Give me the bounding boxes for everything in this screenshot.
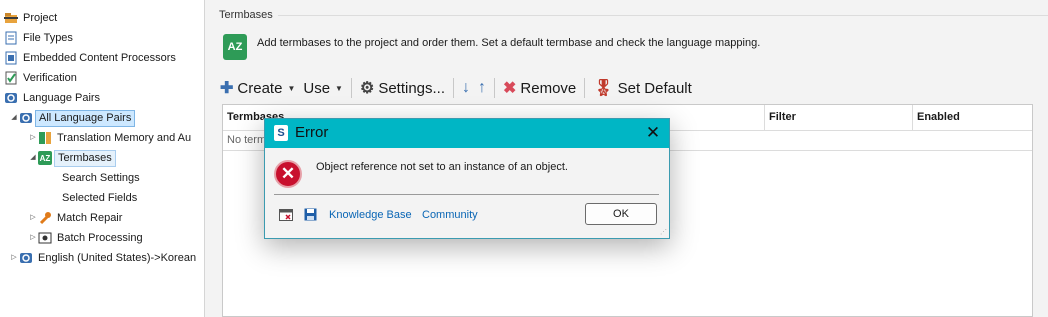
verification-icon	[4, 71, 18, 85]
award-ribbon-icon: 🎖	[593, 80, 614, 97]
settings-button[interactable]: ⚙ Settings...	[360, 78, 445, 98]
group-divider	[278, 15, 1048, 16]
batch-processing-icon	[38, 231, 52, 245]
arrow-up-icon: ↑	[478, 79, 487, 96]
close-icon[interactable]: ✕	[643, 122, 663, 144]
tree-item-label: Termbases	[54, 149, 116, 167]
tree-item-translation-memory[interactable]: ▷ Translation Memory and Au	[28, 129, 191, 147]
tree-item-termbases[interactable]: ◢ AZ Termbases	[28, 149, 116, 167]
set-default-label: Set Default	[617, 79, 692, 97]
dialog-title: Error	[295, 124, 329, 141]
translation-memory-icon	[38, 131, 52, 145]
tree-item-selected-fields[interactable]: Selected Fields	[62, 189, 137, 207]
language-pairs-icon	[19, 251, 33, 265]
tree-item-language-pairs[interactable]: Language Pairs	[4, 89, 100, 107]
tree-item-label: Match Repair	[57, 212, 123, 224]
dialog-title-bar[interactable]: S Error ✕	[265, 119, 669, 148]
language-pairs-icon	[19, 111, 33, 125]
move-up-button[interactable]: ↑	[478, 79, 486, 97]
toolbar-separator	[494, 78, 496, 98]
remove-button[interactable]: ✖ Remove	[503, 78, 576, 98]
tree-item-batch-processing[interactable]: ▷ Batch Processing	[28, 229, 143, 247]
termbase-toolbar: ✚ Create ▼ Use ▼ ⚙ Settings... ↓ ↑ ✖ Rem…	[220, 76, 700, 100]
toolbar-separator	[350, 78, 352, 98]
toolbar-separator	[453, 78, 455, 98]
tree-item-label: Selected Fields	[62, 192, 138, 204]
project-settings-tree: Project File Types Embedded Content Proc…	[0, 0, 205, 317]
expand-arrow-icon[interactable]: ▷	[28, 229, 38, 247]
set-default-button[interactable]: 🎖 Set Default	[593, 78, 692, 98]
use-label: Use	[303, 79, 331, 97]
termbase-icon: AZ	[38, 151, 52, 165]
tree-item-label: Search Settings	[62, 172, 140, 184]
language-pairs-icon	[4, 91, 18, 105]
tree-item-english-korean[interactable]: ▷ English (United States)->Korean	[9, 249, 196, 267]
tree-item-label: All Language Pairs	[35, 109, 136, 127]
save-icon[interactable]	[304, 208, 317, 221]
tree-item-label: Verification	[23, 72, 77, 84]
wrench-icon	[38, 211, 52, 225]
tree-item-label: Translation Memory and Au	[57, 132, 192, 144]
dropdown-caret-icon: ▼	[335, 83, 343, 93]
tree-item-label: Project	[23, 12, 58, 24]
plus-icon: ✚	[220, 80, 234, 97]
app-logo-icon: S	[274, 125, 288, 141]
description-text: Add termbases to the project and order t…	[257, 37, 761, 49]
tree-item-label: Embedded Content Processors	[23, 52, 176, 64]
resize-grip-icon[interactable]: ⋰	[660, 229, 667, 236]
collapse-arrow-icon[interactable]: ◢	[28, 149, 38, 167]
tree-item-embedded-content-processors[interactable]: Embedded Content Processors	[4, 49, 176, 67]
tree-item-label: File Types	[23, 32, 73, 44]
tree-item-verification[interactable]: Verification	[4, 69, 77, 87]
close-window-icon[interactable]	[279, 209, 293, 221]
move-down-button[interactable]: ↓	[462, 79, 470, 97]
tree-item-all-language-pairs[interactable]: ◢ All Language Pairs	[9, 109, 136, 127]
toolbar-separator	[584, 78, 586, 98]
column-header-enabled[interactable]: Enabled	[913, 105, 1032, 130]
expand-arrow-icon[interactable]: ▷	[28, 209, 38, 227]
embedded-content-icon	[4, 51, 18, 65]
tree-item-label: English (United States)->Korean	[38, 252, 197, 264]
group-title: Termbases	[219, 9, 273, 21]
use-button[interactable]: Use ▼	[303, 80, 343, 97]
gear-icon: ⚙	[359, 80, 375, 97]
create-button[interactable]: ✚ Create ▼	[220, 78, 295, 98]
dialog-divider	[274, 194, 659, 195]
remove-x-icon: ✖	[503, 80, 517, 97]
tree-item-label: Language Pairs	[23, 92, 101, 104]
community-link[interactable]: Community	[422, 209, 478, 221]
ok-button[interactable]: OK	[585, 203, 657, 225]
file-types-icon	[4, 31, 18, 45]
termbase-badge-icon: AZ	[223, 34, 247, 60]
tree-item-match-repair[interactable]: ▷ Match Repair	[28, 209, 122, 227]
error-icon: ✕	[274, 160, 302, 188]
tree-item-label: Batch Processing	[57, 232, 143, 244]
project-icon	[4, 11, 18, 25]
expand-arrow-icon[interactable]: ▷	[28, 129, 38, 147]
knowledge-base-link[interactable]: Knowledge Base	[329, 209, 412, 221]
svg-text:AZ: AZ	[40, 154, 51, 163]
create-label: Create	[237, 79, 283, 97]
collapse-arrow-icon[interactable]: ◢	[9, 109, 19, 127]
tree-item-project[interactable]: Project	[4, 9, 57, 27]
arrow-down-icon: ↓	[462, 79, 471, 96]
settings-label: Settings...	[378, 79, 446, 97]
column-header-filter[interactable]: Filter	[765, 105, 913, 130]
error-dialog: S Error ✕ ✕ Object reference not set to …	[264, 118, 670, 239]
expand-arrow-icon[interactable]: ▷	[9, 249, 19, 267]
error-message: Object reference not set to an instance …	[316, 161, 568, 173]
tree-item-search-settings[interactable]: Search Settings	[62, 169, 140, 187]
dropdown-caret-icon: ▼	[287, 83, 296, 93]
remove-label: Remove	[520, 79, 577, 97]
tree-item-file-types[interactable]: File Types	[4, 29, 73, 47]
